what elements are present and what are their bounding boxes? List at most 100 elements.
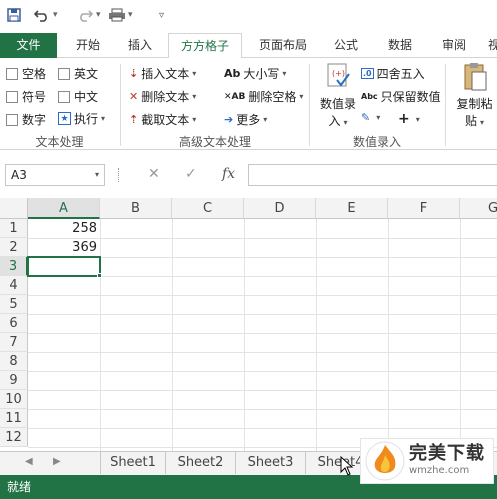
cancel-icon[interactable]: ✕ [148, 166, 160, 182]
group-separator [445, 64, 446, 146]
redo-icon[interactable] [77, 6, 93, 24]
sheet-tab-3[interactable]: Sheet3 [236, 452, 306, 474]
copy-paste-button[interactable]: 复制粘 贴 ▾ [452, 62, 497, 129]
row-header-11[interactable]: 11 [0, 409, 28, 428]
watermark-text: 完美下载 wmzhe.com [409, 444, 485, 478]
tab-fangfang[interactable]: 方方格子 [168, 33, 242, 59]
plus-icon: + [398, 111, 410, 127]
quick-access-toolbar: ▾ ▾ ▾ ▿ [0, 0, 497, 30]
checkbox-chinese-label: 中文 [74, 90, 99, 104]
column-header-g[interactable]: G [460, 198, 497, 219]
insert-text-button[interactable]: ⇣ 插入文本 ▾ [129, 65, 196, 82]
column-header-b[interactable]: B [100, 198, 172, 219]
formula-bar-grip[interactable] [118, 168, 121, 182]
sheet-tab-2[interactable]: Sheet2 [166, 452, 236, 474]
checkbox-chinese[interactable]: 中文 [58, 88, 98, 105]
customize-icon[interactable]: ▿ [159, 6, 164, 24]
fill-handle[interactable] [97, 273, 102, 278]
group-label-number: 数值录入 [352, 135, 401, 149]
name-box[interactable]: A3 ▾ [5, 164, 105, 186]
watermark-url: wmzhe.com [409, 465, 470, 476]
column-header-f[interactable]: F [388, 198, 460, 219]
extract-text-button[interactable]: ⇡ 截取文本 ▾ [129, 111, 196, 128]
insert-function-icon[interactable]: fx [222, 166, 235, 182]
tab-home[interactable]: 开始 [66, 33, 110, 58]
undo-dropdown-icon[interactable]: ▾ [53, 6, 58, 24]
add-button[interactable]: + ▾ [398, 111, 420, 127]
scroll-right-icon[interactable]: ▶ [53, 456, 61, 467]
chevron-down-icon[interactable]: ▾ [95, 165, 99, 185]
chevron-down-icon: ▾ [415, 114, 420, 124]
status-text: 就绪 [7, 480, 32, 494]
scroll-left-icon[interactable]: ◀ [25, 456, 33, 467]
worksheet-grid[interactable]: A B C D E F G 1 2 3 4 5 6 7 8 9 10 11 12… [0, 198, 497, 451]
tab-view[interactable]: 视 [484, 33, 497, 58]
checkbox-number[interactable]: 数字 [6, 111, 46, 128]
column-header-d[interactable]: D [244, 198, 316, 219]
undo-icon[interactable] [34, 6, 50, 24]
row-header-7[interactable]: 7 [0, 333, 28, 352]
round-label: 四舍五入 [376, 67, 425, 81]
cell-a2[interactable]: 369 [28, 238, 100, 257]
row-header-12[interactable]: 12 [0, 428, 28, 447]
select-all-corner[interactable] [0, 198, 28, 219]
printer-icon[interactable] [108, 6, 126, 24]
watermark-title: 完美下载 [409, 443, 485, 464]
delete-text-button[interactable]: ✕ 删除文本 ▾ [129, 88, 196, 105]
gridline [316, 219, 317, 451]
number-entry-button[interactable]: (+) 数值录 入 ▾ [317, 62, 359, 129]
sheet-tab-1[interactable]: Sheet1 [100, 452, 166, 474]
row-header-3[interactable]: 3 [0, 257, 28, 276]
gridline [244, 219, 245, 451]
svg-text:(+): (+) [332, 69, 345, 78]
row-header-2[interactable]: 2 [0, 238, 28, 257]
column-header-c[interactable]: C [172, 198, 244, 219]
checkbox-space[interactable]: 空格 [6, 65, 46, 82]
row-header-5[interactable]: 5 [0, 295, 28, 314]
formula-input[interactable] [248, 164, 497, 186]
delete-space-button[interactable]: ✕AB 删除空格 ▾ [224, 88, 303, 105]
round-button[interactable]: .0 四舍五入 [361, 65, 425, 82]
save-icon[interactable] [7, 6, 21, 24]
number-entry-icon: (+) [325, 62, 351, 95]
gridline [28, 390, 497, 391]
row-header-8[interactable]: 8 [0, 352, 28, 371]
column-header-e[interactable]: E [316, 198, 388, 219]
group-label-text: 文本处理 [35, 135, 84, 149]
cell-a1[interactable]: 258 [28, 219, 100, 238]
column-header-a[interactable]: A [28, 198, 100, 219]
number-entry-label: 数值录 [319, 97, 356, 111]
flame-logo-icon [365, 441, 405, 481]
row-header-1[interactable]: 1 [0, 219, 28, 238]
tab-formulas[interactable]: 公式 [324, 33, 368, 58]
tab-insert[interactable]: 插入 [118, 33, 162, 58]
chevron-down-icon: ▾ [299, 92, 304, 101]
more-button[interactable]: ➔ 更多 ▾ [224, 111, 267, 128]
case-button[interactable]: Ab 大小写 ▾ [224, 65, 286, 82]
redo-dropdown-icon[interactable]: ▾ [96, 6, 101, 24]
keep-values-button[interactable]: Abc 只保留数值 [361, 88, 441, 105]
tab-file[interactable]: 文件 [0, 33, 57, 58]
execute-label: 执行 [74, 112, 99, 126]
row-header-6[interactable]: 6 [0, 314, 28, 333]
checkbox-symbol[interactable]: 符号 [6, 88, 46, 105]
tab-review[interactable]: 审阅 [432, 33, 476, 58]
gridline [28, 314, 497, 315]
gridline [460, 219, 461, 451]
enter-check-icon[interactable]: ✓ [185, 166, 197, 182]
row-header-4[interactable]: 4 [0, 276, 28, 295]
row-header-10[interactable]: 10 [0, 390, 28, 409]
chevron-down-icon: ▾ [343, 118, 348, 127]
gridline [100, 219, 101, 451]
gridline [28, 371, 497, 372]
checkbox-english[interactable]: 英文 [58, 65, 98, 82]
tab-data[interactable]: 数据 [378, 33, 422, 58]
tab-page-layout[interactable]: 页面布局 [250, 33, 316, 58]
execute-button[interactable]: ★ 执行 ▾ [58, 110, 105, 127]
extract-text-icon: ⇡ [129, 113, 139, 126]
active-cell-a3[interactable] [27, 256, 101, 277]
row-header-9[interactable]: 9 [0, 371, 28, 390]
print-dropdown-icon[interactable]: ▾ [128, 6, 133, 24]
edit-button[interactable]: ✎ ▾ [361, 111, 380, 124]
checkbox-number-label: 数字 [22, 113, 47, 127]
